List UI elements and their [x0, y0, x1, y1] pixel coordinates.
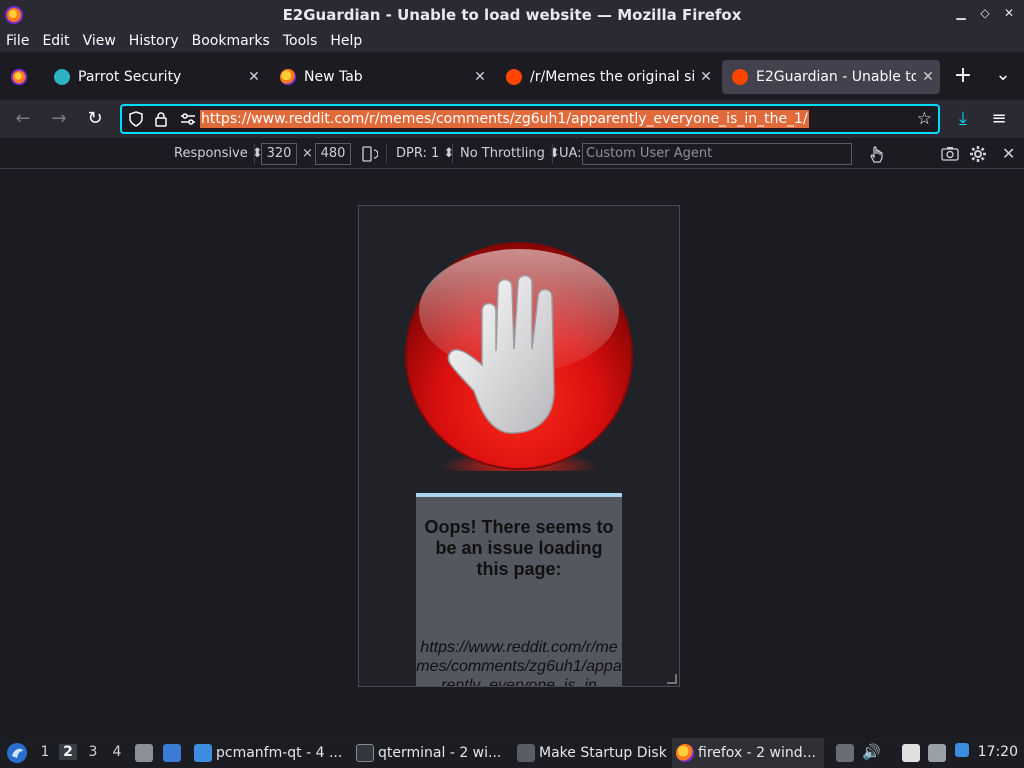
new-tab-button[interactable]: +	[952, 65, 974, 87]
dimension-separator: ×	[302, 146, 313, 161]
window-titlebar: E2Guardian - Unable to load website — Mo…	[0, 0, 1024, 30]
startup-disk-icon	[517, 744, 535, 762]
firefox-icon	[280, 69, 296, 85]
folder-icon	[194, 744, 212, 762]
parrot-icon	[54, 69, 70, 85]
tab-reddit-memes[interactable]: /r/Memes the original sin ✕	[496, 60, 718, 94]
tray-scroll-icon[interactable]	[836, 744, 854, 762]
viewport-resize-handle[interactable]	[667, 674, 677, 684]
workspace-2[interactable]: 2	[59, 744, 77, 760]
menu-bar: File Edit View History Bookmarks Tools H…	[0, 30, 1024, 52]
parrot-menu-icon[interactable]	[6, 742, 28, 764]
tab-label: Parrot Security	[78, 69, 182, 85]
tab-close-icon[interactable]: ✕	[916, 69, 940, 85]
viewport-stage: Oops! There seems to be an issue loading…	[0, 170, 1024, 708]
taskbar-app-label: firefox - 2 wind...	[698, 745, 816, 761]
file-manager-launcher-icon[interactable]	[135, 744, 153, 762]
list-all-tabs-button[interactable]: ⌄	[992, 64, 1014, 86]
terminal-icon	[356, 744, 374, 762]
tab-close-icon[interactable]: ✕	[242, 69, 266, 85]
minimize-button[interactable]: ▁	[954, 6, 968, 20]
menu-view[interactable]: View	[83, 33, 116, 49]
menu-history[interactable]: History	[129, 33, 179, 49]
taskbar-app-pcmanfm[interactable]: pcmanfm-qt - 4 ...	[194, 738, 346, 768]
workspace-1[interactable]: 1	[36, 744, 54, 760]
shield-icon[interactable]	[128, 111, 144, 127]
clipboard-icon[interactable]	[902, 744, 920, 762]
responsive-design-toolbar: Responsive ⬍ 320 × 480 DPR: 1 ⬍ No Throt…	[0, 139, 1024, 169]
network-icon[interactable]	[928, 744, 946, 762]
tab-label: E2Guardian - Unable to lo	[756, 69, 916, 85]
rotate-viewport-icon[interactable]	[360, 146, 378, 162]
taskbar-app-label: Make Startup Disk	[539, 745, 667, 761]
viewport-height-input[interactable]: 480	[315, 143, 351, 165]
tab-bar: Parrot Security ✕ New Tab ✕ /r/Memes the…	[0, 52, 1024, 100]
url-bar[interactable]: https://www.reddit.com/r/memes/comments/…	[120, 104, 940, 134]
reddit-icon	[506, 69, 522, 85]
dpr-selector[interactable]: DPR: 1 ⬍	[396, 146, 454, 161]
user-agent-input[interactable]: Custom User Agent	[582, 143, 852, 165]
taskbar-app-firefox[interactable]: firefox - 2 wind...	[672, 738, 824, 768]
taskbar-app-label: pcmanfm-qt - 4 ...	[216, 745, 343, 761]
tab-parrot-security[interactable]: Parrot Security ✕	[44, 60, 266, 94]
tab-label: /r/Memes the original sin	[530, 69, 694, 85]
tab-label: New Tab	[304, 69, 363, 85]
error-message-box: Oops! There seems to be an issue loading…	[416, 493, 622, 687]
tab-close-icon[interactable]: ✕	[694, 69, 718, 85]
menu-edit[interactable]: Edit	[42, 33, 69, 49]
taskbar-app-startup-disk[interactable]: Make Startup Disk	[517, 738, 667, 768]
back-button[interactable]: ←	[12, 108, 34, 130]
permissions-icon[interactable]	[180, 112, 196, 126]
tab-new-tab[interactable]: New Tab ✕	[270, 60, 492, 94]
menu-help[interactable]: Help	[330, 33, 362, 49]
menu-file[interactable]: File	[6, 33, 29, 49]
firefox-icon	[676, 744, 694, 762]
touch-simulation-icon[interactable]	[868, 145, 884, 163]
firefox-icon	[5, 6, 23, 24]
forward-button[interactable]: →	[48, 108, 70, 130]
taskbar-app-qterminal[interactable]: qterminal - 2 wi...	[356, 738, 506, 768]
throttling-selector[interactable]: No Throttling ⬍	[460, 146, 560, 161]
maximize-button[interactable]: ◇	[978, 6, 992, 20]
firefox-view-icon[interactable]	[10, 68, 28, 86]
app-menu-button[interactable]: ≡	[988, 108, 1010, 130]
screenshot-icon[interactable]	[941, 146, 959, 161]
blocked-url-text: https://www.reddit.com/r/memes/comments/…	[416, 639, 622, 687]
update-notifier-icon[interactable]	[955, 743, 969, 757]
clock: 17:20	[977, 744, 1018, 760]
ua-label: UA:	[559, 146, 582, 161]
url-text[interactable]: https://www.reddit.com/r/memes/comments/…	[200, 110, 809, 128]
bookmark-star-icon[interactable]: ☆	[917, 109, 932, 129]
volume-icon[interactable]: 🔊	[862, 743, 881, 761]
viewport-width-input[interactable]: 320	[261, 143, 297, 165]
workspace-3[interactable]: 3	[84, 744, 102, 760]
system-taskbar: 1 2 3 4 pcmanfm-qt - 4 ... qterminal - 2…	[0, 738, 1024, 768]
lock-icon[interactable]	[154, 111, 168, 127]
stop-hand-icon	[405, 242, 633, 471]
close-rdm-icon[interactable]: ✕	[1002, 144, 1015, 163]
error-heading: Oops! There seems to be an issue loading…	[424, 517, 614, 579]
close-window-button[interactable]: ✕	[1002, 6, 1016, 20]
navigation-bar: ← → ↻ https://www.reddit.com/r/memes/com…	[0, 100, 1024, 138]
menu-bookmarks[interactable]: Bookmarks	[192, 33, 270, 49]
tab-close-icon[interactable]: ✕	[468, 69, 492, 85]
reload-button[interactable]: ↻	[84, 108, 106, 130]
tab-e2guardian[interactable]: E2Guardian - Unable to lo ✕	[722, 60, 940, 94]
reddit-icon	[732, 69, 748, 85]
device-selector[interactable]: Responsive ⬍	[174, 146, 263, 161]
device-viewport: Oops! There seems to be an issue loading…	[358, 205, 680, 687]
menu-tools[interactable]: Tools	[283, 33, 318, 49]
downloads-icon[interactable]: ⤓	[952, 108, 974, 130]
window-title: E2Guardian - Unable to load website — Mo…	[282, 6, 742, 24]
settings-gear-icon[interactable]	[969, 145, 987, 163]
workspace-4[interactable]: 4	[108, 744, 126, 760]
desktop-launcher-icon[interactable]	[163, 744, 181, 762]
taskbar-app-label: qterminal - 2 wi...	[378, 745, 502, 761]
